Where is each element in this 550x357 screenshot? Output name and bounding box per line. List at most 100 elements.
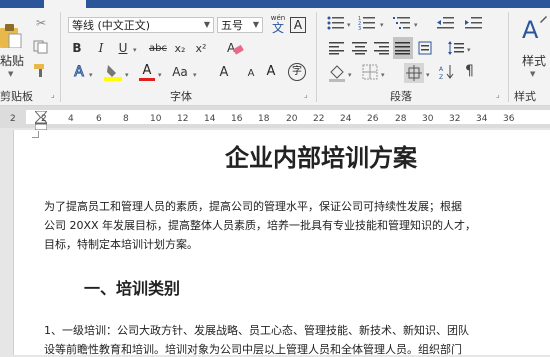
section-heading: 一、培训类别 — [84, 279, 181, 298]
ruler-tick-label: 2 — [10, 114, 16, 124]
clipboard-launcher-icon[interactable]: ⌟ — [51, 90, 55, 99]
show-marks-icon[interactable]: ¶ — [465, 63, 481, 81]
bold-button[interactable]: B — [69, 40, 85, 56]
fontcolor-dropdown-icon[interactable]: ▾ — [158, 71, 162, 79]
paragraph-group-label: 段落 — [390, 90, 412, 103]
font-name-value: 等线 (中文正文) — [72, 19, 151, 32]
underline-dropdown-icon[interactable]: ▾ — [133, 46, 137, 54]
increase-indent-icon[interactable] — [465, 15, 483, 31]
ruler-tick-label: 2 — [41, 114, 47, 124]
font-color-button[interactable]: A — [139, 63, 155, 83]
copy-icon[interactable] — [33, 40, 49, 54]
ruler-tick-label: 22 — [313, 114, 325, 124]
decrease-indent-icon[interactable] — [437, 15, 455, 31]
ruler-tick-label: 32 — [449, 114, 461, 124]
format-painter-icon[interactable] — [33, 62, 49, 78]
enclose-characters-button[interactable]: 字 — [288, 63, 306, 81]
font-launcher-icon[interactable]: ⌟ — [304, 90, 308, 99]
body-text-line: 公司 20XX 年发展目标，提高整体人员素质，培养一批具有专业技能和管理知识的人… — [44, 219, 477, 232]
effects-dropdown-icon[interactable]: ▾ — [89, 71, 93, 79]
paragraph-launcher-icon[interactable]: ⌟ — [496, 90, 500, 99]
cut-icon[interactable]: ✂ — [33, 15, 49, 31]
tab-home[interactable] — [44, 0, 86, 8]
distributed-icon[interactable] — [417, 40, 433, 56]
ruler-tick-label: 12 — [177, 114, 189, 124]
ruler-tick-label: 4 — [68, 114, 74, 124]
separator — [508, 12, 509, 102]
grow-font-button[interactable]: A — [216, 64, 232, 80]
shading-icon[interactable] — [328, 64, 346, 82]
shading-dropdown-icon[interactable]: ▾ — [348, 71, 352, 79]
bullets-icon[interactable] — [327, 15, 345, 31]
styles-button[interactable]: 样式 — [522, 52, 546, 69]
chevron-down-icon: ▼ — [203, 20, 210, 29]
paste-icon[interactable] — [0, 22, 22, 49]
line-spacing-dropdown-icon[interactable]: ▾ — [467, 46, 471, 54]
change-case-button[interactable]: Aa — [170, 64, 190, 80]
font-name-combo[interactable]: 等线 (中文正文) ▼ — [68, 17, 214, 33]
body-text-line: 目标，特制定本培训计划方案。 — [44, 238, 198, 251]
svg-text:Z: Z — [439, 74, 443, 80]
border-char: A — [293, 18, 303, 32]
ruler-tick-label: 6 — [96, 114, 102, 124]
body-text-line: 为了提高员工和管理人员的素质，提高公司的管理水平，保证公司可持续性发展；根据 — [44, 200, 462, 213]
font-group-label: 字体 — [170, 90, 192, 103]
ruler-tick-label: 16 — [231, 114, 243, 124]
superscript-button[interactable]: x² — [193, 40, 209, 56]
ruler-tick-label: 30 — [422, 114, 434, 124]
ruler-tick-label: 36 — [503, 114, 515, 124]
phonetic-icon[interactable]: A — [263, 64, 279, 80]
ruler-tick-label: 34 — [476, 114, 488, 124]
font-color-bar — [139, 78, 155, 81]
paste-dropdown-icon[interactable]: ▼ — [8, 70, 13, 78]
underline-button[interactable]: U — [115, 40, 131, 56]
enclose-char: 字 — [292, 66, 302, 77]
paste-button[interactable]: 粘贴 — [0, 52, 24, 69]
separator — [60, 12, 61, 102]
svg-text:A: A — [522, 16, 539, 44]
chinese-layout-icon[interactable] — [404, 63, 424, 83]
styles-icon[interactable]: A — [520, 14, 548, 46]
sort-icon[interactable]: AZ — [439, 64, 455, 81]
ruler-tick-label: 20 — [286, 114, 298, 124]
align-right-icon[interactable] — [374, 41, 390, 55]
ruler-tick-label: 8 — [123, 114, 129, 124]
styles-group-label: 样式 — [514, 90, 536, 103]
align-left-icon[interactable] — [329, 41, 345, 55]
ruler-tick-label: 10 — [150, 114, 162, 124]
styles-dropdown-icon[interactable]: ▼ — [530, 70, 535, 78]
ruler-tick-label: 24 — [340, 114, 352, 124]
strikethrough-button[interactable]: abc — [147, 40, 169, 56]
svg-text:A: A — [439, 66, 444, 73]
multilevel-list-icon[interactable] — [393, 15, 411, 31]
page-corner-mark — [32, 131, 39, 138]
case-dropdown-icon[interactable]: ▾ — [193, 71, 197, 79]
font-size-combo[interactable]: 五号 ▼ — [217, 17, 263, 33]
align-center-icon[interactable] — [352, 41, 368, 55]
font-color-letter: A — [142, 63, 152, 78]
document-title: 企业内部培训方案 — [225, 143, 417, 172]
ruler-tick-label: 18 — [258, 114, 270, 124]
font-size-value: 五号 — [221, 19, 243, 32]
multilevel-dropdown-icon[interactable]: ▾ — [414, 21, 418, 29]
clear-formatting-icon[interactable]: A — [226, 40, 244, 56]
justify-button[interactable] — [393, 37, 413, 59]
bullets-dropdown-icon[interactable]: ▾ — [347, 21, 351, 29]
highlight-dropdown-icon[interactable]: ▾ — [125, 71, 129, 79]
pinyin-guide-icon[interactable]: wén 文 — [269, 14, 287, 36]
chinese-layout-dropdown-icon[interactable]: ▾ — [426, 71, 430, 79]
ruler-tick-label: 28 — [395, 114, 407, 124]
phonetic-letter: A — [266, 64, 276, 79]
borders-icon[interactable] — [362, 64, 378, 80]
text-effects-button[interactable]: A — [71, 64, 87, 81]
borders-dropdown-icon[interactable]: ▾ — [381, 71, 385, 79]
numbering-icon[interactable]: 123 — [358, 15, 376, 32]
chevron-down-icon: ▼ — [252, 20, 259, 29]
shrink-font-button[interactable]: A — [243, 66, 259, 80]
line-spacing-icon[interactable] — [447, 40, 465, 56]
numbering-dropdown-icon[interactable]: ▾ — [380, 21, 384, 29]
character-border-icon[interactable]: A — [290, 17, 306, 33]
italic-button[interactable]: I — [93, 40, 109, 56]
highlight-button[interactable] — [103, 62, 123, 82]
subscript-button[interactable]: x₂ — [172, 40, 188, 56]
